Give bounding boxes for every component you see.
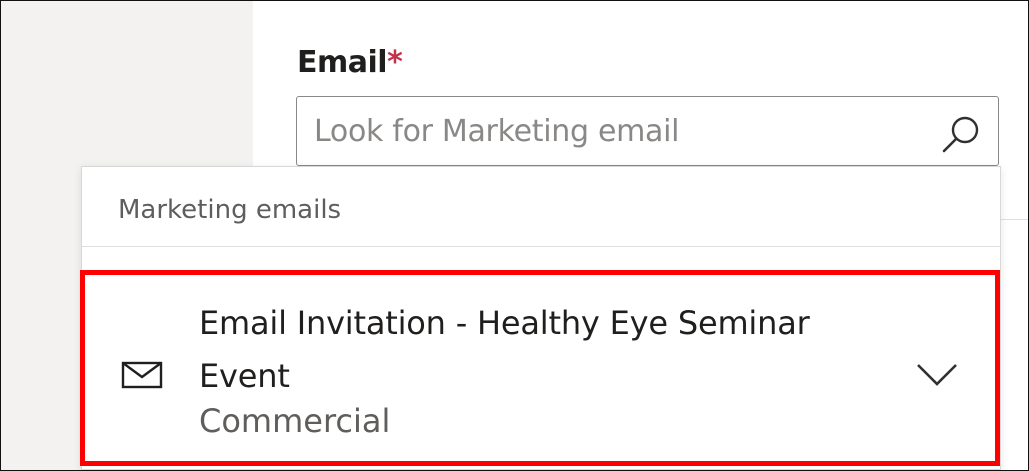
search-placeholder: Look for Marketing email xyxy=(314,114,680,149)
lookup-result-item[interactable]: Email Invitation - Healthy Eye Seminar E… xyxy=(80,270,1000,466)
divider xyxy=(1001,219,1028,220)
search-icon[interactable] xyxy=(938,113,982,157)
dropdown-header: Marketing emails xyxy=(82,167,1000,247)
email-lookup-input[interactable]: Look for Marketing email xyxy=(296,96,999,166)
result-subtitle: Commercial xyxy=(199,402,391,440)
required-marker: * xyxy=(387,45,403,80)
email-field-label: Email* xyxy=(297,43,403,83)
result-title: Email Invitation - Healthy Eye Seminar E… xyxy=(199,304,810,395)
chevron-down-icon[interactable] xyxy=(915,361,959,389)
mail-icon xyxy=(121,361,163,389)
screenshot-frame: Email* Look for Marketing email Marketin… xyxy=(0,0,1029,471)
email-label-text: Email xyxy=(297,45,388,80)
lookup-dropdown: Marketing emails Email Invitation - Heal… xyxy=(80,166,1001,470)
dropdown-header-label: Marketing emails xyxy=(118,195,342,225)
